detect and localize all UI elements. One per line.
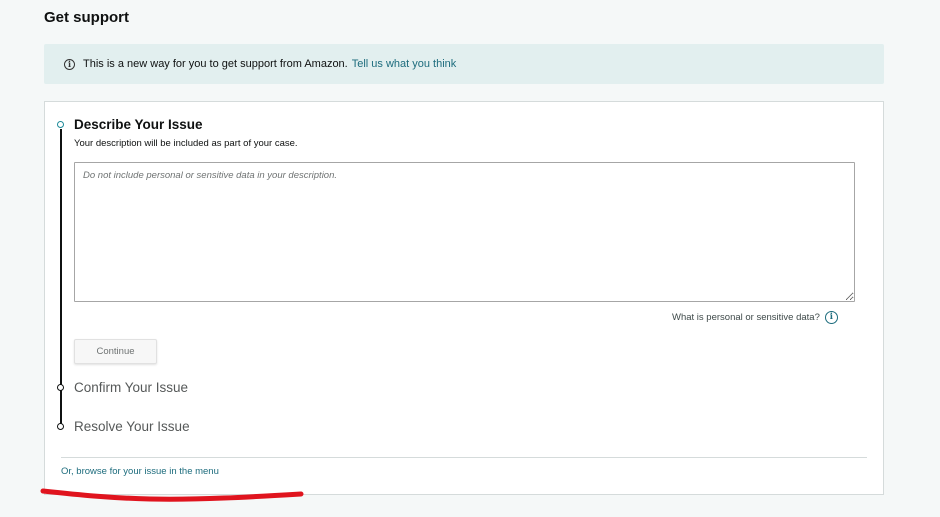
step-indicator-resolve: [57, 423, 64, 430]
feedback-link[interactable]: Tell us what you think: [352, 58, 457, 70]
info-banner: i This is a new way for you to get suppo…: [44, 44, 884, 84]
step-description: Your description will be included as par…: [74, 138, 298, 149]
red-underline-annotation: [40, 488, 304, 502]
issue-description-input[interactable]: [74, 162, 855, 302]
sensitive-data-help-link[interactable]: What is personal or sensitive data? i: [672, 311, 838, 324]
support-page: Get support i This is a new way for you …: [0, 0, 940, 517]
info-icon: i: [64, 58, 75, 70]
step-indicator-confirm: [57, 384, 64, 391]
page-title: Get support: [44, 9, 129, 26]
step-indicator-describe: [57, 121, 64, 128]
sensitive-data-help-label[interactable]: What is personal or sensitive data?: [672, 312, 820, 323]
step-title-confirm: Confirm Your Issue: [74, 380, 189, 395]
banner-text: This is a new way for you to get support…: [83, 58, 348, 70]
step-title-describe: Describe Your Issue: [74, 117, 203, 132]
info-icon[interactable]: i: [824, 311, 838, 324]
step-title-resolve: Resolve Your Issue: [74, 419, 190, 434]
continue-button[interactable]: Continue: [74, 339, 157, 364]
divider: [61, 457, 867, 458]
browse-menu-link[interactable]: Or, browse for your issue in the menu: [61, 466, 219, 477]
